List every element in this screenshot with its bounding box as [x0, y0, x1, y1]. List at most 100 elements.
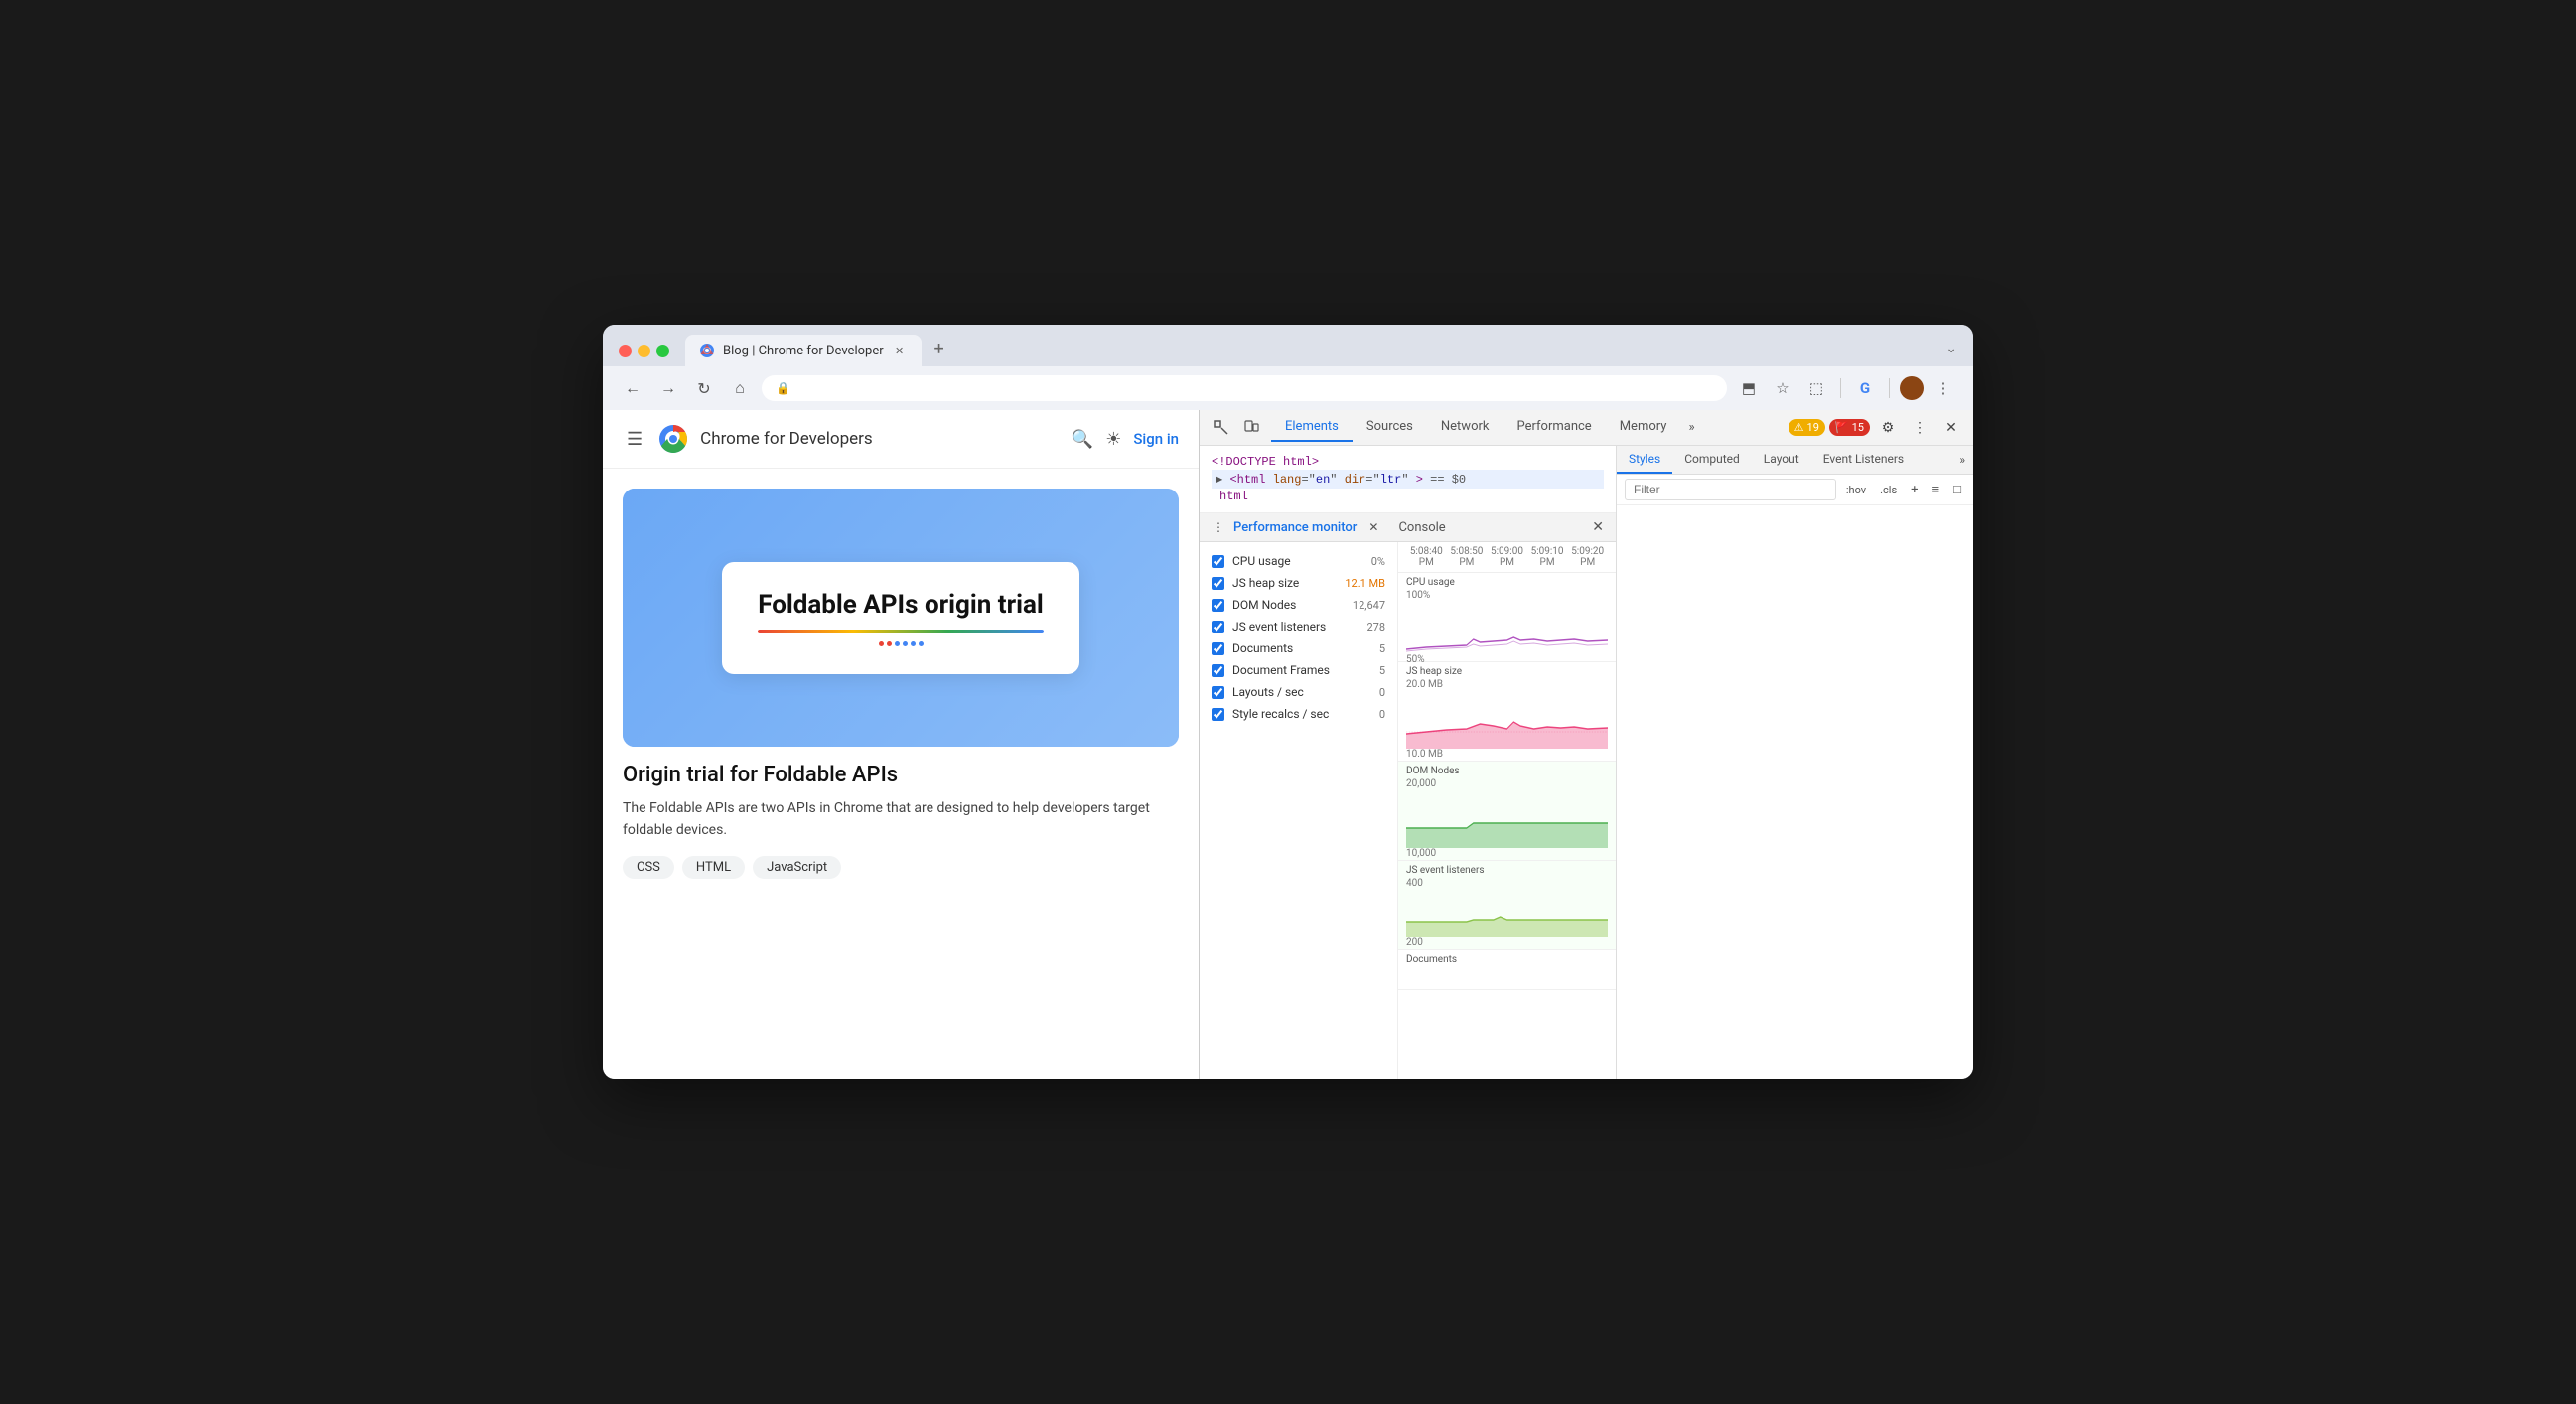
error-icon: 🚩	[1835, 421, 1849, 434]
jsheap-chart-svg	[1406, 694, 1608, 749]
dir-val: ltr	[1380, 473, 1402, 487]
back-button[interactable]: ←	[619, 374, 646, 402]
styles-filter-input[interactable]	[1625, 479, 1836, 500]
perf-tab-close-button[interactable]: ✕	[1364, 520, 1382, 534]
dom-chart-section: DOM Nodes 20,000 10,00	[1398, 762, 1616, 861]
tab-sources[interactable]: Sources	[1353, 413, 1427, 442]
html-line-2[interactable]: ▶ <html lang="en" dir="ltr" > == $0	[1212, 470, 1604, 489]
address-bar[interactable]: 🔒	[762, 375, 1727, 401]
profile-avatar[interactable]	[1900, 376, 1924, 400]
close-button[interactable]	[619, 345, 632, 357]
new-tab-button[interactable]: +	[926, 335, 953, 362]
box-model-button[interactable]: □	[1949, 480, 1965, 499]
lang-val: en	[1316, 473, 1330, 487]
devtools-toolbar-right: ⚠ 19 🚩 15 ⚙ ⋮ ✕	[1789, 414, 1965, 442]
cpu-chart-section: CPU usage 100% 50%	[1398, 573, 1616, 662]
devtools-more-button[interactable]: ⋮	[1906, 414, 1933, 442]
dom-equals: == $0	[1430, 473, 1466, 487]
warnings-badge[interactable]: ⚠ 19	[1789, 419, 1825, 436]
doctype-tag: <!DOCTYPE html>	[1212, 455, 1319, 469]
search-button[interactable]: 🔍	[1072, 429, 1093, 450]
inspect-icon	[1214, 420, 1229, 436]
hamburger-menu-button[interactable]: ☰	[623, 425, 646, 454]
html-line-1: <!DOCTYPE html>	[1212, 454, 1604, 470]
perf-menu-button[interactable]: ⋮	[1212, 520, 1225, 534]
minimize-button[interactable]	[638, 345, 650, 357]
metrics-list: CPU usage 0% JS heap size 12.1 MB	[1200, 542, 1398, 1079]
card-inner-box: Foldable APIs origin trial	[722, 562, 1079, 674]
refresh-button[interactable]: ↻	[690, 374, 718, 402]
metric-listeners-checkbox[interactable]	[1212, 621, 1224, 633]
html-line-3: html	[1212, 489, 1604, 504]
listeners-400: 400	[1406, 878, 1608, 889]
dot-blue2	[903, 641, 908, 646]
card-decoration-dots	[758, 641, 1044, 646]
metric-recalcs-name: Style recalcs / sec	[1232, 707, 1338, 721]
toggle-style-button[interactable]: ≡	[1929, 480, 1944, 499]
nav-right-buttons: ⬒ ☆ ⬚ G ⋮	[1735, 374, 1957, 402]
device-icon	[1243, 420, 1259, 436]
tab-menu-button[interactable]: ⌄	[1945, 341, 1957, 356]
metric-frames-name: Document Frames	[1232, 663, 1338, 677]
tabs-more-button[interactable]: »	[1680, 414, 1702, 441]
forward-button[interactable]: →	[654, 374, 682, 402]
metric-listeners-name: JS event listeners	[1232, 620, 1338, 633]
hov-button[interactable]: :hov	[1842, 482, 1870, 498]
metric-dom-checkbox[interactable]	[1212, 599, 1224, 612]
metric-jsheap-checkbox[interactable]	[1212, 577, 1224, 590]
chrome-menu-button[interactable]: ⋮	[1930, 374, 1957, 402]
card-title[interactable]: Origin trial for Foldable APIs	[623, 763, 1179, 787]
dom-chart-canvas	[1406, 793, 1608, 848]
browser-tab[interactable]: Blog | Chrome for Developer ✕	[685, 335, 922, 366]
metric-layouts-checkbox[interactable]	[1212, 686, 1224, 699]
tab-network[interactable]: Network	[1427, 413, 1503, 442]
devtools-close-button[interactable]: ✕	[1937, 414, 1965, 442]
styles-tabs-more[interactable]: »	[1951, 447, 1973, 473]
metric-frames-checkbox[interactable]	[1212, 664, 1224, 677]
devtools-settings-button[interactable]: ⚙	[1874, 414, 1902, 442]
sign-in-button[interactable]: Sign in	[1133, 430, 1179, 448]
cls-button[interactable]: .cls	[1876, 482, 1901, 498]
perf-monitor-tab[interactable]: Performance monitor	[1233, 520, 1357, 535]
metric-docs-checkbox[interactable]	[1212, 642, 1224, 655]
tab-elements[interactable]: Elements	[1271, 413, 1353, 442]
warnings-count: 19	[1807, 421, 1819, 434]
listeners-chart-label: JS event listeners	[1406, 865, 1608, 876]
tab-close-icon[interactable]: ✕	[892, 343, 908, 358]
nav-bar: ← → ↻ ⌂ 🔒 ⬒ ☆ ⬚ G ⋮	[603, 366, 1973, 410]
listeners-200: 200	[1406, 937, 1608, 948]
tag-html[interactable]: HTML	[682, 856, 745, 879]
bookmark-button[interactable]: ☆	[1769, 374, 1796, 402]
event-listeners-tab[interactable]: Event Listeners	[1811, 446, 1916, 474]
perf-panel-close-button[interactable]: ✕	[1592, 519, 1604, 535]
header-actions: 🔍 ☀ Sign in	[1072, 429, 1179, 450]
maximize-button[interactable]	[656, 345, 669, 357]
metric-cpu-checkbox[interactable]	[1212, 555, 1224, 568]
home-button[interactable]: ⌂	[726, 374, 754, 402]
screenshot-button[interactable]: ⬒	[1735, 374, 1763, 402]
metric-cpu-name: CPU usage	[1232, 554, 1338, 568]
styles-tab[interactable]: Styles	[1617, 446, 1672, 474]
page-header: ☰ Chrome for Developers 🔍 ☀ Sign in	[603, 410, 1199, 469]
layout-tab[interactable]: Layout	[1752, 446, 1811, 474]
tab-memory[interactable]: Memory	[1606, 413, 1681, 442]
ts-1: 5:08:40 PM	[1406, 546, 1447, 568]
metric-recalcs-checkbox[interactable]	[1212, 708, 1224, 721]
dom-chart-svg	[1406, 793, 1608, 848]
tag-css[interactable]: CSS	[623, 856, 674, 879]
page-content: ☰ Chrome for Developers 🔍 ☀ Sign in	[603, 410, 1199, 1079]
device-toggle-button[interactable]	[1237, 414, 1265, 442]
errors-badge[interactable]: 🚩 15	[1829, 419, 1870, 436]
inspect-element-button[interactable]	[1208, 414, 1235, 442]
tab-performance[interactable]: Performance	[1503, 413, 1606, 442]
arrow-icon: ▶	[1216, 473, 1222, 487]
add-style-rule-button[interactable]: +	[1907, 481, 1922, 499]
google-account-button[interactable]: G	[1851, 374, 1879, 402]
console-tab[interactable]: Console	[1398, 520, 1445, 535]
tag-javascript[interactable]: JavaScript	[753, 856, 841, 879]
extension-button[interactable]: ⬚	[1802, 374, 1830, 402]
computed-tab[interactable]: Computed	[1672, 446, 1752, 474]
docs-chart-label: Documents	[1406, 954, 1608, 965]
metric-cpu-value: 0%	[1346, 555, 1385, 568]
theme-toggle-button[interactable]: ☀	[1105, 429, 1121, 450]
